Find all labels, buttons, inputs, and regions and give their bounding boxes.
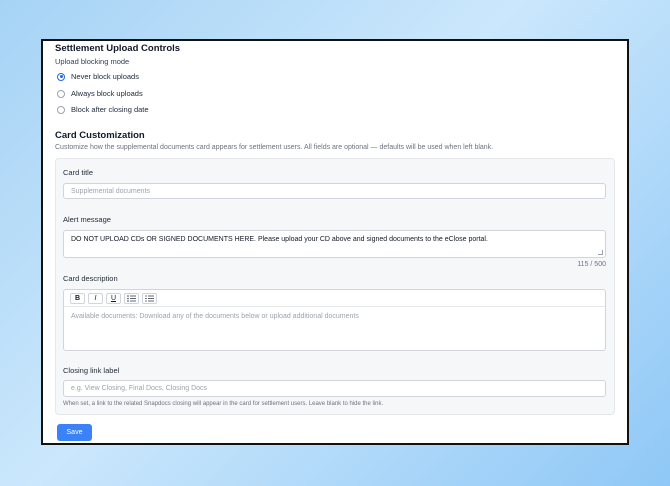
card-title-placeholder: Supplemental documents <box>71 187 150 195</box>
card-description-label: Card description <box>63 274 118 283</box>
closing-link-hint: When set, a link to the related Snapdocs… <box>63 401 384 407</box>
bullet-list-icon <box>127 294 136 302</box>
closing-link-placeholder: e.g. View Closing, Final Docs, Closing D… <box>71 385 208 392</box>
radio-never-block[interactable]: Never block uploads <box>57 72 139 81</box>
closing-link-input[interactable]: e.g. View Closing, Final Docs, Closing D… <box>63 380 606 397</box>
card-description-editor[interactable]: B I U Available documents: Download any … <box>63 289 606 351</box>
alert-message-textarea[interactable]: DO NOT UPLOAD CDs OR SIGNED DOCUMENTS HE… <box>63 230 606 258</box>
card-customization-title: Card Customization <box>55 130 145 141</box>
card-customization-panel: Card title Supplemental documents Alert … <box>55 158 615 415</box>
alert-message-label: Alert message <box>63 215 111 224</box>
bullet-list-button[interactable] <box>124 292 139 304</box>
radio-label: Block after closing date <box>71 105 149 114</box>
card-customization-description: Customize how the supplemental documents… <box>55 144 494 151</box>
radio-button[interactable] <box>57 105 65 114</box>
radio-always-block[interactable]: Always block uploads <box>57 89 143 98</box>
closing-link-label: Closing link label <box>63 366 120 375</box>
settlement-section-title: Settlement Upload Controls <box>55 43 181 54</box>
upload-blocking-mode-label: Upload blocking mode <box>55 57 130 66</box>
card-description-placeholder: Available documents: Download any of the… <box>71 313 359 320</box>
radio-label: Never block uploads <box>71 72 139 81</box>
settings-window: Settlement Upload Controls Upload blocki… <box>41 39 629 445</box>
radio-block-after-closing[interactable]: Block after closing date <box>57 105 149 114</box>
radio-button[interactable] <box>57 89 65 98</box>
radio-label: Always block uploads <box>71 89 143 98</box>
italic-button[interactable]: I <box>88 292 103 304</box>
numbered-list-icon <box>145 295 154 301</box>
card-title-input[interactable]: Supplemental documents <box>63 183 606 199</box>
numbered-list-button[interactable] <box>142 292 157 304</box>
card-title-label: Card title <box>63 168 94 177</box>
alert-message-value: DO NOT UPLOAD CDs OR SIGNED DOCUMENTS HE… <box>71 236 488 243</box>
save-button[interactable]: Save <box>57 424 92 441</box>
underline-button[interactable]: U <box>106 292 121 304</box>
editor-toolbar: B I U <box>64 290 605 307</box>
bold-button[interactable]: B <box>70 292 85 304</box>
radio-button-checked[interactable] <box>57 72 65 81</box>
resize-handle-icon[interactable] <box>598 250 603 255</box>
alert-character-counter: 115 / 500 <box>577 261 606 268</box>
